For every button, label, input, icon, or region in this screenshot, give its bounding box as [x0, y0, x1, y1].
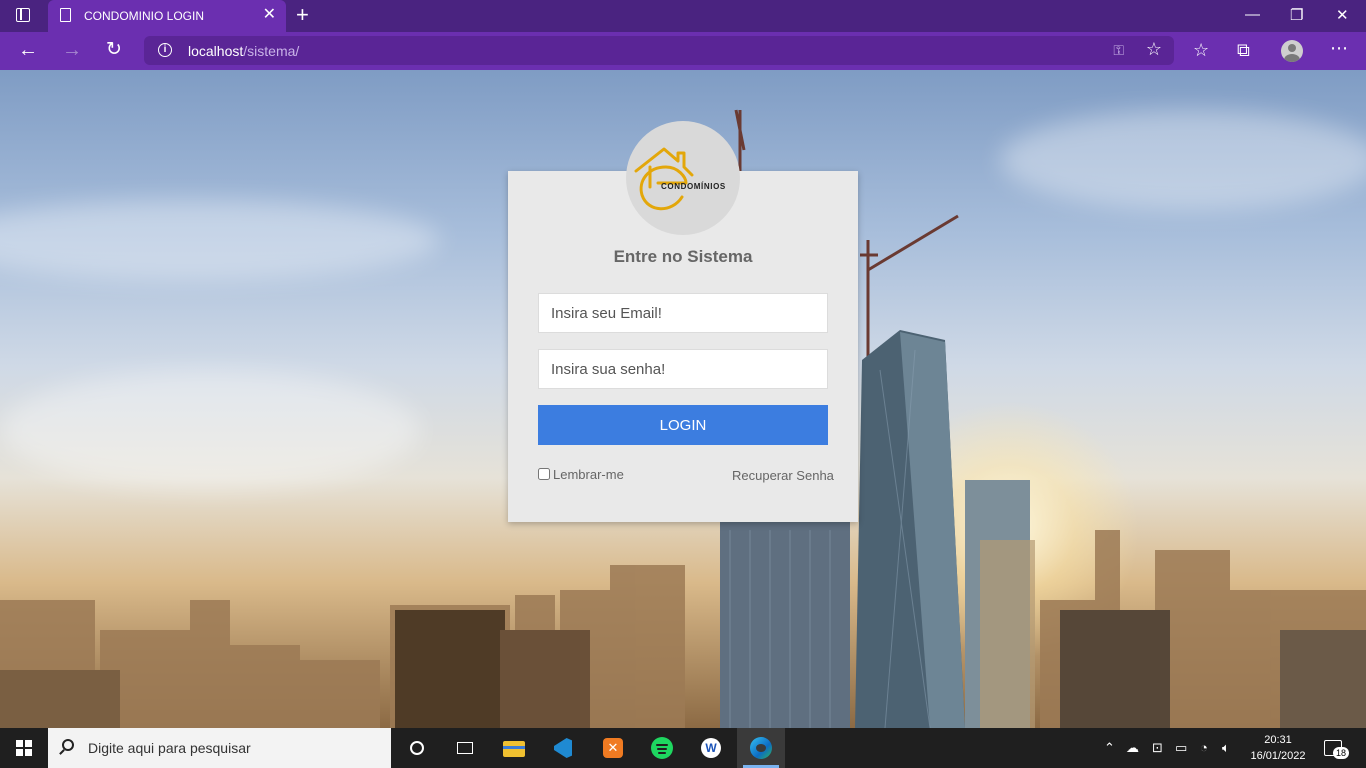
- taskbar-search-placeholder: Digite aqui para pesquisar: [88, 740, 251, 756]
- notification-center-icon[interactable]: 18: [1324, 740, 1350, 759]
- tray-expand-icon[interactable]: ⌃: [1104, 740, 1115, 756]
- edge-icon: [749, 736, 773, 760]
- key-icon[interactable]: ⚿: [1113, 42, 1124, 59]
- house-logo-icon: [634, 147, 694, 211]
- clock[interactable]: 20:31 16/01/2022: [1248, 732, 1308, 764]
- xampp-icon[interactable]: ✕: [601, 736, 625, 760]
- url-text[interactable]: localhost/sistema/: [188, 43, 299, 59]
- vscode-icon[interactable]: [551, 736, 575, 760]
- email-input[interactable]: [538, 293, 828, 333]
- minimize-button[interactable]: —: [1245, 6, 1260, 23]
- volume-icon[interactable]: 🔈︎: [1222, 740, 1230, 756]
- tab-title: CONDOMINIO LOGIN: [84, 9, 205, 23]
- task-view-icon[interactable]: [453, 736, 477, 760]
- site-info-icon[interactable]: i: [158, 43, 172, 57]
- back-icon[interactable]: ←: [18, 40, 38, 60]
- weather-icon[interactable]: ☁: [1126, 740, 1139, 756]
- cortana-icon[interactable]: [405, 736, 429, 760]
- refresh-icon[interactable]: ↻: [106, 40, 122, 60]
- login-heading: Entre no Sistema: [613, 247, 753, 266]
- tab-actions-icon[interactable]: [16, 8, 30, 22]
- condominios-logo: CONDOMÍNIOS: [626, 121, 740, 235]
- profile-avatar[interactable]: [1281, 40, 1303, 62]
- taskbar-search[interactable]: Digite aqui para pesquisar: [48, 728, 391, 768]
- search-icon: [62, 739, 74, 751]
- file-explorer-icon[interactable]: [502, 736, 526, 760]
- browser-toolbar: ← → ↻ i localhost/sistema/ ⚿ ☆ ☆ ⧉ ⋯: [0, 32, 1366, 70]
- spotify-icon[interactable]: [650, 736, 674, 760]
- edge-app-active[interactable]: [737, 728, 785, 768]
- add-favorite-icon[interactable]: ☆: [1146, 39, 1162, 60]
- login-button[interactable]: LOGIN: [538, 405, 828, 445]
- password-input[interactable]: [538, 349, 828, 389]
- remember-me[interactable]: Lembrar-me: [538, 467, 624, 482]
- windows-start-icon[interactable]: [16, 740, 32, 756]
- battery-icon[interactable]: ▭: [1175, 740, 1187, 756]
- tab-close-icon[interactable]: ✕: [263, 6, 276, 24]
- close-window-button[interactable]: ✕: [1336, 6, 1349, 24]
- windows-taskbar: Digite aqui para pesquisar ✕ W ⌃ ☁ ⊡ ▭ ◔…: [0, 728, 1366, 768]
- notification-count: 18: [1333, 747, 1350, 759]
- address-bar[interactable]: i localhost/sistema/ ⚿ ☆: [144, 36, 1174, 65]
- favorites-icon[interactable]: ☆: [1193, 40, 1209, 60]
- wifi-icon[interactable]: ◔: [1200, 740, 1208, 755]
- clock-time: 20:31: [1264, 734, 1292, 746]
- logo-text: CONDOMÍNIOS: [661, 182, 726, 191]
- browser-tab[interactable]: CONDOMINIO LOGIN ✕: [48, 0, 286, 32]
- restore-button[interactable]: ❐: [1290, 6, 1303, 24]
- collections-icon[interactable]: ⧉: [1237, 40, 1250, 60]
- recover-password-link[interactable]: Recuperar Senha: [732, 468, 834, 483]
- browser-tab-bar: CONDOMINIO LOGIN ✕ + — ❐ ✕: [0, 0, 1366, 32]
- wordpad-icon[interactable]: W: [699, 736, 723, 760]
- remember-me-label: Lembrar-me: [553, 467, 624, 482]
- forward-icon[interactable]: →: [62, 40, 82, 60]
- page-icon: [60, 8, 71, 22]
- camera-icon[interactable]: ⊡: [1152, 740, 1163, 756]
- clock-date: 16/01/2022: [1250, 750, 1306, 762]
- new-tab-button[interactable]: +: [296, 3, 309, 27]
- remember-me-checkbox[interactable]: [538, 468, 550, 480]
- more-menu-icon[interactable]: ⋯: [1330, 38, 1348, 58]
